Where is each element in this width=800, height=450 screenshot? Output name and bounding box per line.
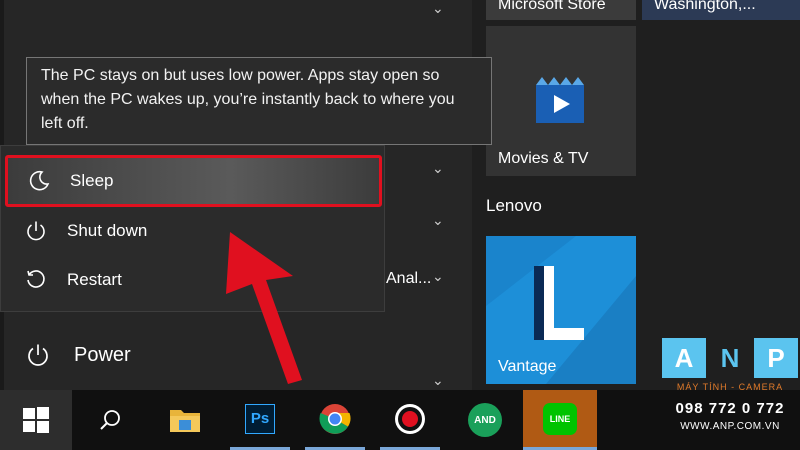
restart-icon xyxy=(25,269,47,291)
movies-tv-icon xyxy=(536,77,584,123)
anydesk-icon[interactable]: AND xyxy=(455,390,515,450)
chevron-down-icon[interactable]: ⌄ xyxy=(432,160,444,177)
restart-label: Restart xyxy=(67,270,122,289)
power-icon xyxy=(25,220,47,242)
photoshop-icon[interactable]: Ps xyxy=(230,390,290,450)
file-explorer-icon[interactable] xyxy=(155,390,215,450)
anp-letter: N xyxy=(720,342,740,373)
anydesk-badge: AND xyxy=(468,403,502,437)
anp-letter: P xyxy=(754,338,798,378)
windows-start-icon[interactable] xyxy=(0,390,72,450)
movies-tv-tile[interactable]: Movies & TV xyxy=(486,26,636,176)
tile-label: Movies & TV xyxy=(498,150,589,167)
chevron-down-icon[interactable]: ⌄ xyxy=(432,268,444,285)
anp-website: WWW.ANP.COM.VN xyxy=(680,421,780,432)
app-list-item-label[interactable]: Anal... xyxy=(386,270,431,288)
record-icon[interactable] xyxy=(380,390,440,450)
anp-tagline: MÁY TÍNH - CAMERA xyxy=(676,382,784,392)
line-icon[interactable]: LINE xyxy=(523,390,597,450)
power-icon xyxy=(26,343,50,367)
shut-down-label: Shut down xyxy=(67,221,148,240)
anp-watermark: A N P MÁY TÍNH - CAMERA 098 772 0 772 WW… xyxy=(660,338,800,438)
tile-label: Washington,... xyxy=(654,0,756,13)
tile-group-label: Lenovo xyxy=(486,196,542,215)
power-label: Power xyxy=(74,343,131,366)
anp-letter: A xyxy=(662,338,706,378)
annotation-arrow xyxy=(226,232,302,384)
tile-label: Vantage xyxy=(498,358,557,375)
chevron-down-icon[interactable]: ⌄ xyxy=(432,212,444,229)
line-badge: LINE xyxy=(543,402,577,435)
sleep-label: Sleep xyxy=(70,171,114,190)
photoshop-badge: Ps xyxy=(245,403,275,434)
sleep-option[interactable]: Sleep xyxy=(5,155,382,207)
sleep-tooltip: The PC stays on but uses low power. Apps… xyxy=(26,57,492,145)
chevron-down-icon[interactable]: ⌄ xyxy=(432,0,444,17)
search-icon[interactable] xyxy=(80,390,140,450)
chevron-down-icon[interactable]: ⌄ xyxy=(432,372,444,389)
tile-label: Microsoft Store xyxy=(498,0,606,13)
anp-phone: 098 772 0 772 xyxy=(675,400,785,417)
vantage-tile[interactable]: Vantage xyxy=(486,236,636,384)
weather-tile[interactable]: Washington,... xyxy=(642,0,800,20)
microsoft-store-tile[interactable]: Microsoft Store xyxy=(486,0,636,20)
chrome-icon[interactable] xyxy=(305,390,365,450)
moon-icon xyxy=(28,170,50,192)
